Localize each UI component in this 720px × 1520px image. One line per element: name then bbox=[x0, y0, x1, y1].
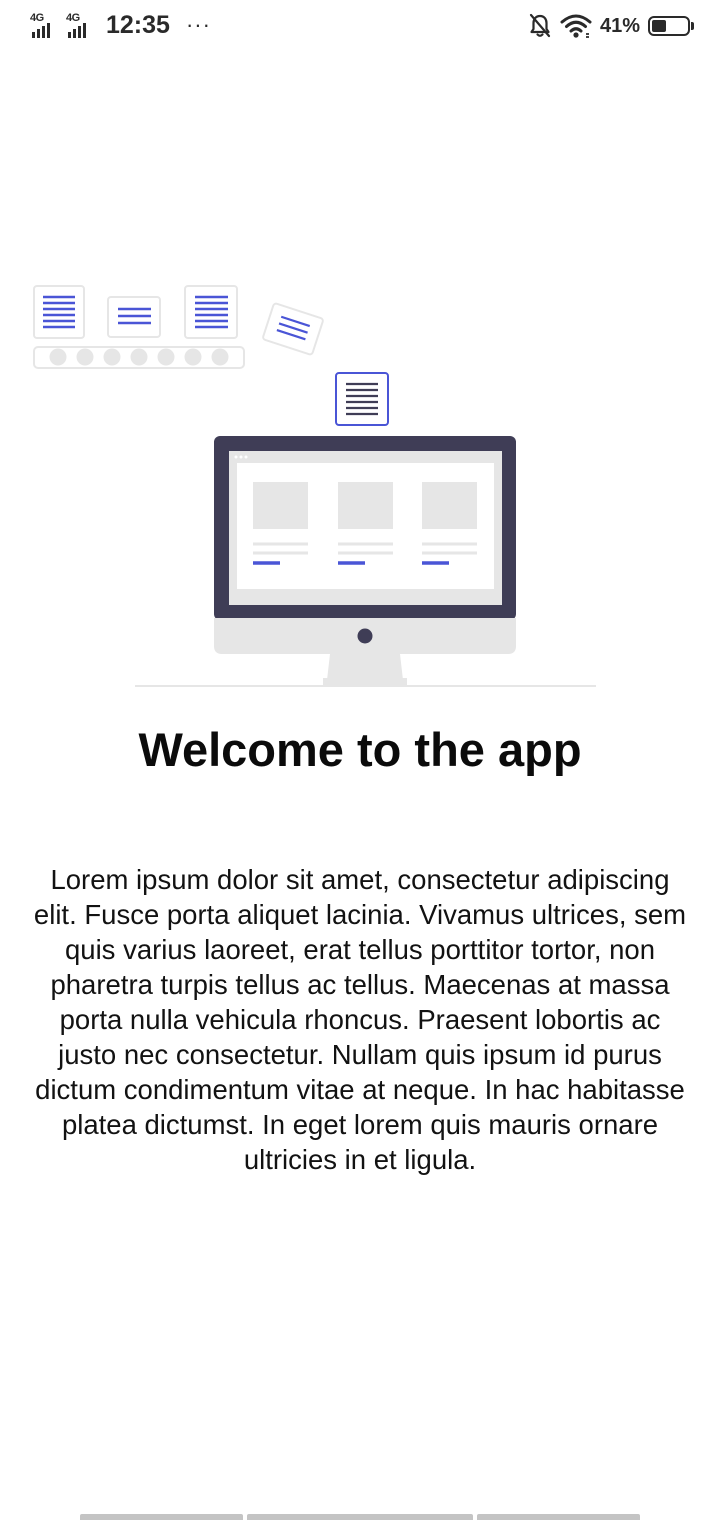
document-icon bbox=[335, 372, 389, 426]
wifi-icon bbox=[560, 14, 592, 38]
falling-document-icon bbox=[262, 302, 324, 356]
battery-percent: 41% bbox=[599, 14, 640, 37]
welcome-description: Lorem ipsum dolor sit amet, consectetur … bbox=[33, 864, 687, 1175]
page-indicator-segment[interactable] bbox=[80, 1514, 243, 1520]
page-indicator-segment[interactable] bbox=[247, 1514, 473, 1520]
battery-icon bbox=[648, 16, 694, 36]
mute-bell-icon bbox=[529, 13, 551, 38]
computer-with-documents-illustration bbox=[33, 285, 596, 687]
document-icon bbox=[184, 285, 238, 339]
clock: 12:35 bbox=[106, 10, 170, 39]
signal-icon: 4G bbox=[30, 10, 60, 40]
more-notifications-icon: ··· bbox=[185, 12, 211, 37]
status-bar: 4G 4G 12:35 ··· 41% bbox=[0, 0, 720, 56]
welcome-title: Welcome to the app bbox=[138, 723, 582, 776]
signal-icon: 4G bbox=[66, 10, 96, 40]
document-icon bbox=[33, 285, 85, 339]
document-icon bbox=[107, 296, 161, 338]
status-right: 41% bbox=[528, 13, 694, 39]
battery-fill bbox=[652, 20, 666, 32]
monitor-illustration bbox=[214, 436, 516, 686]
page-indicator-segment[interactable] bbox=[477, 1514, 640, 1520]
page-indicator bbox=[80, 1514, 640, 1520]
status-left: 4G 4G 12:35 ··· bbox=[30, 10, 211, 40]
onboarding-screen: 4G 4G 12:35 ··· 41% Welcome to the app L… bbox=[0, 0, 720, 1520]
